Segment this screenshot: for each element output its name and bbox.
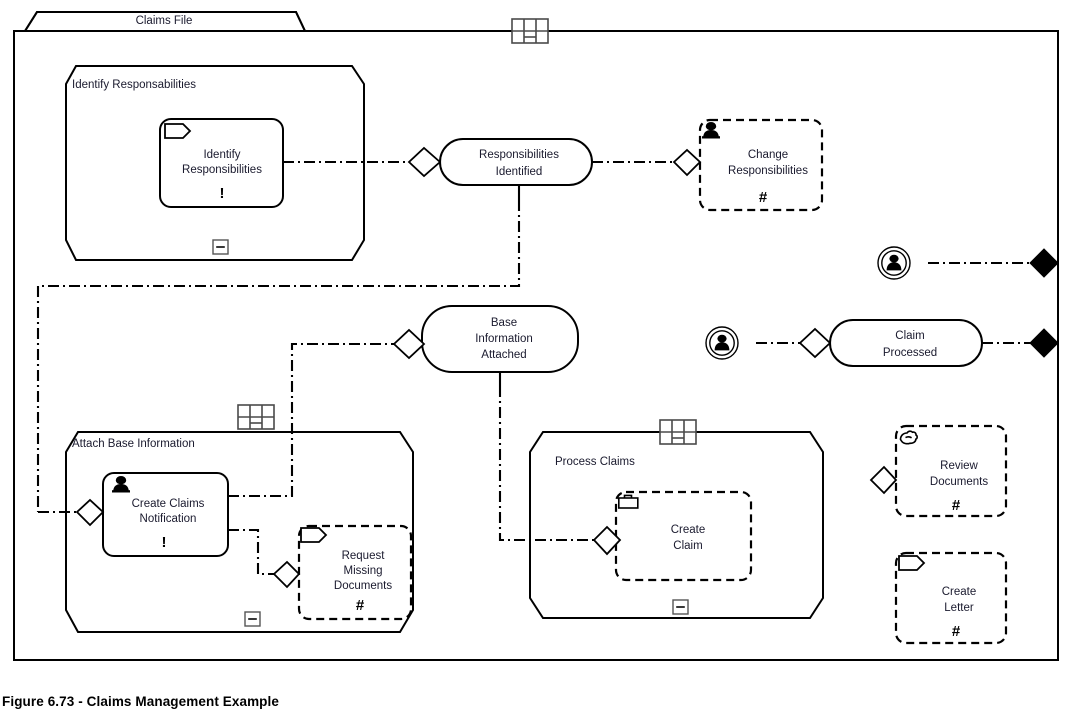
activity-label-request-missing-documents-line2: Missing <box>344 565 383 577</box>
activity-identify-responsibilities[interactable]: Identify Responsibilities ! <box>159 118 284 208</box>
activity-label-create-letter-line2: Letter <box>944 602 974 614</box>
claims-management-diagram: Claims File Identify Responsabilities Id… <box>13 11 1059 661</box>
pin-create-claims-notification <box>75 498 105 527</box>
figure-root: Claims File Identify Responsabilities Id… <box>0 0 1085 726</box>
pin-request-missing-documents <box>272 560 301 589</box>
state-label-claim-processed-line2: Processed <box>883 347 937 359</box>
pin-claim-processed <box>798 327 832 359</box>
pin-base-information-attached <box>392 328 426 360</box>
activity-mark-request-missing-documents: # <box>356 597 365 614</box>
activity-label-request-missing-documents-line3: Documents <box>334 580 392 592</box>
activity-label-identify-responsibilities-line1: Identify <box>203 149 240 161</box>
activity-label-create-letter-line1: Create <box>942 586 977 598</box>
activity-label-request-missing-documents-line1: Request <box>342 550 386 562</box>
grid-icon-attach-base-information <box>237 404 275 430</box>
state-label-responsibilities-identified-line2: Identified <box>496 166 543 178</box>
state-label-base-information-attached-line1: Base <box>491 317 517 329</box>
state-claim-processed[interactable]: Claim Processed <box>798 319 983 367</box>
collapse-icon-identify-responsabilities[interactable] <box>212 239 229 255</box>
activity-label-create-claims-notification-line1: Create Claims <box>132 498 205 510</box>
activity-label-review-documents-line1: Review <box>940 460 978 472</box>
connector-create-claims-to-request-docs <box>228 528 286 576</box>
activity-mark-identify-responsibilities: ! <box>220 185 225 202</box>
figure-caption: Figure 6.73 - Claims Management Example <box>2 694 279 709</box>
actor-circle-icon-bottom[interactable] <box>705 326 739 360</box>
state-label-base-information-attached-line3: Attached <box>481 349 526 361</box>
flag-icon-request-missing-documents <box>300 527 327 543</box>
flag-icon-identify-responsibilities <box>164 123 191 139</box>
container-label-identify-responsabilities: Identify Responsabilities <box>72 79 196 91</box>
claims-file-title: Claims File <box>136 15 193 27</box>
container-label-process-claims: Process Claims <box>555 456 635 468</box>
person-icon-change-responsibilities <box>702 122 720 139</box>
state-label-base-information-attached-line2: Information <box>475 333 533 345</box>
activity-label-identify-responsibilities-line2: Responsibilities <box>182 164 262 176</box>
grid-icon-claims-file <box>511 18 549 44</box>
activity-label-create-claims-notification-line2: Notification <box>140 513 197 525</box>
activity-create-claims-notification[interactable]: Create Claims Notification ! <box>75 472 229 557</box>
activity-label-review-documents-line2: Documents <box>930 476 988 488</box>
activity-mark-change-responsibilities: # <box>759 189 768 206</box>
collapse-icon-process-claims[interactable] <box>672 599 689 615</box>
activity-label-create-claim-line1: Create <box>671 524 706 536</box>
activity-label-create-claim-line2: Claim <box>673 540 702 552</box>
activity-request-missing-documents[interactable]: Request Missing Documents # <box>272 524 413 621</box>
container-label-attach-base-information: Attach Base Information <box>72 438 195 450</box>
collapse-icon-attach-base-information[interactable] <box>244 611 261 627</box>
activity-create-letter[interactable]: Create Letter # <box>894 551 1008 645</box>
state-base-information-attached[interactable]: Base Information Attached <box>392 305 579 373</box>
connector-state-to-left-rail <box>36 200 521 512</box>
person-icon-create-claims-notification <box>112 476 130 493</box>
activity-review-documents[interactable]: Review Documents # <box>869 424 1008 518</box>
activity-change-responsibilities[interactable]: Change Responsibilities # <box>672 118 824 212</box>
grid-icon-process-claims <box>659 419 697 445</box>
state-responsibilities-identified[interactable]: Responsibilities Identified <box>407 138 593 186</box>
actor-circle-icon-top[interactable] <box>877 246 911 280</box>
activity-mark-review-documents: # <box>952 497 961 514</box>
state-label-responsibilities-identified-line1: Responsibilities <box>479 149 559 161</box>
activity-mark-create-letter: # <box>952 623 961 640</box>
activity-create-claim[interactable]: Create Claim <box>592 490 753 582</box>
pin-review-documents <box>869 465 898 495</box>
activity-label-change-responsibilities-line2: Responsibilities <box>728 165 808 177</box>
flag-icon-create-letter <box>898 555 925 571</box>
pin-responsibilities-identified <box>407 146 442 178</box>
boundary-pin-bottom[interactable] <box>1029 328 1059 358</box>
pin-change-responsibilities <box>672 148 702 177</box>
container-process-claims[interactable]: Process Claims <box>529 419 824 619</box>
hand-icon-review-documents <box>899 430 918 445</box>
briefcase-icon-create-claim <box>617 494 639 509</box>
boundary-pin-top[interactable] <box>1029 248 1059 278</box>
activity-mark-create-claims-notification: ! <box>162 534 167 551</box>
state-label-claim-processed-line1: Claim <box>895 330 924 342</box>
activity-label-change-responsibilities-line1: Change <box>748 149 788 161</box>
